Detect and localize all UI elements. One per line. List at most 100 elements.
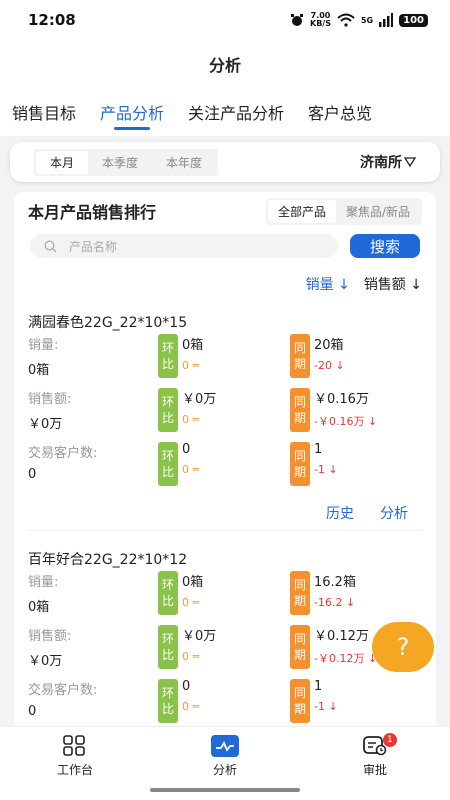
grid-icon — [63, 735, 85, 756]
search-placeholder: 产品名称 — [69, 239, 118, 254]
mom-tag: 环比 — [158, 625, 178, 669]
yoy-tag-char: 同 — [293, 578, 306, 592]
tab-product-analysis[interactable]: 产品分析 — [100, 92, 164, 136]
yoy-tag-char: 同 — [293, 686, 306, 700]
metric-mom: 环比 0箱 0 ═ — [158, 571, 288, 625]
network-type: 5G — [360, 15, 374, 25]
yoy-value: 1 — [314, 679, 323, 694]
yoy-delta-value: -￥0.12万 — [314, 652, 365, 665]
history-link[interactable]: 历史 — [326, 503, 354, 523]
yoy-delta: -1 ↓ — [314, 700, 338, 713]
product-name: 百年好合22G_22*10*12 — [28, 552, 188, 568]
yoy-tag: 同期 — [290, 571, 310, 615]
triangle-down-icon — [404, 157, 416, 167]
product-item: 百年好合22G_22*10*12 销量: 0箱 环比 0箱 0 ═ 同期 16.2… — [28, 530, 422, 732]
sort-quantity-label: 销量 — [305, 277, 334, 293]
tab-customer-overview[interactable]: 客户总览 — [308, 92, 372, 136]
equal-icon: ═ — [192, 463, 200, 476]
mom-value: 0箱 — [182, 575, 204, 590]
sort-row: 销量 ↓ 销售额 ↓ — [14, 258, 436, 294]
mom-value: 0 — [182, 679, 191, 694]
mom-delta-value: 0 — [182, 700, 189, 713]
wifi-icon — [337, 13, 355, 27]
product-filter: 全部产品 聚焦品/新品 — [265, 197, 422, 225]
arrow-down-icon: ↓ — [328, 463, 338, 476]
mom-delta: 0 ═ — [182, 359, 203, 372]
nav-icon — [211, 735, 239, 757]
mom-tag-char: 比 — [161, 465, 174, 479]
metric-yoy: 同期 1 -1 ↓ — [290, 442, 420, 496]
status-icons: 7.00 KB/S 5G 100 — [290, 12, 428, 28]
yoy-delta: -20 ↓ — [314, 359, 345, 372]
analysis-link[interactable]: 分析 — [380, 503, 408, 523]
metric-mom: 环比 ￥0万 0 ═ — [158, 388, 288, 442]
mom-value: ￥0万 — [182, 392, 217, 407]
filter-all-products[interactable]: 全部产品 — [267, 199, 336, 223]
tab-focus-product-analysis[interactable]: 关注产品分析 — [188, 92, 284, 136]
product-name: 满园春色22G_22*10*15 — [28, 315, 188, 331]
mom-tag-char: 比 — [161, 594, 174, 608]
tab-sales-target[interactable]: 销售目标 — [12, 92, 76, 136]
mom-tag-char: 比 — [161, 357, 174, 371]
yoy-tag: 同期 — [290, 625, 310, 669]
nav-label: 工作台 — [56, 763, 93, 777]
period-this-year[interactable]: 本年度 — [152, 151, 216, 174]
product-actions: 历史 分析 — [28, 496, 422, 530]
yoy-value: ￥0.16万 — [314, 392, 369, 407]
yoy-delta: -16.2 ↓ — [314, 596, 356, 609]
search-button[interactable]: 搜索 — [349, 234, 420, 258]
mom-tag: 环比 — [158, 679, 178, 723]
yoy-tag: 同期 — [290, 679, 310, 723]
mom-tag-char: 环 — [161, 686, 174, 700]
mom-delta: 0 ═ — [182, 700, 199, 713]
metric-row-amount: 销售额: ￥0万 环比 ￥0万 0 ═ 同期 ￥0.12万 -￥0.12万 ↓ — [28, 625, 422, 679]
mom-tag: 环比 — [158, 334, 178, 378]
yoy-tag-char: 同 — [293, 632, 306, 646]
yoy-tag-char: 期 — [293, 465, 306, 479]
sort-by-amount[interactable]: 销售额 ↓ — [364, 274, 422, 294]
home-indicator[interactable] — [150, 788, 300, 792]
mom-delta-value: 0 — [182, 413, 189, 426]
yoy-delta-value: -20 — [314, 359, 332, 372]
search-input[interactable]: 产品名称 — [30, 234, 338, 258]
mom-tag-char: 比 — [161, 411, 174, 425]
mom-tag-char: 比 — [161, 702, 174, 716]
yoy-tag-char: 期 — [293, 648, 306, 662]
filter-focus-new-products[interactable]: 聚焦品/新品 — [336, 200, 420, 223]
yoy-tag: 同期 — [290, 334, 310, 378]
metric-label: 销售额: — [28, 629, 72, 644]
mom-tag-char: 环 — [161, 449, 174, 463]
yoy-value: ￥0.12万 — [314, 629, 369, 644]
metric-value: 0 — [28, 704, 37, 719]
sort-amount-label: 销售额 — [363, 277, 406, 293]
notification-badge: 1 — [383, 733, 397, 747]
metric-current: 销量: 0箱 — [28, 571, 158, 625]
yoy-value: 20箱 — [314, 338, 344, 353]
search-row: 产品名称 搜索 — [14, 230, 436, 258]
period-this-quarter[interactable]: 本季度 — [88, 151, 152, 174]
nav-label: 审批 — [362, 763, 387, 777]
store-selector[interactable]: 济南所 — [360, 152, 416, 172]
yoy-tag: 同期 — [290, 388, 310, 432]
metric-mom: 环比 00 ═ — [158, 679, 288, 732]
sort-by-quantity[interactable]: 销量 ↓ — [306, 274, 350, 294]
metric-label: 销量: — [28, 338, 59, 353]
mom-value: ￥0万 — [182, 629, 217, 644]
metric-current: 销售额: ￥0万 — [28, 388, 158, 442]
mom-tag: 环比 — [158, 571, 178, 615]
help-fab-button[interactable]: ? — [372, 622, 434, 672]
metric-label: 交易客户数: — [28, 446, 98, 461]
question-icon: ? — [396, 633, 410, 661]
nav-approval[interactable]: 1 审批 — [335, 733, 415, 800]
mom-tag-char: 环 — [161, 578, 174, 592]
metric-value: ￥0万 — [28, 417, 63, 432]
metric-label: 交易客户数: — [28, 683, 98, 698]
nav-workbench[interactable]: 工作台 — [35, 735, 115, 800]
arrow-down-icon: ↓ — [328, 700, 338, 713]
nav-icon — [61, 735, 89, 757]
equal-icon: ═ — [192, 596, 200, 609]
status-time: 12:08 — [28, 11, 76, 29]
status-bar: 12:08 7.00 KB/S 5G 100 — [0, 0, 450, 40]
period-this-month[interactable]: 本月 — [36, 150, 89, 174]
yoy-tag-char: 期 — [293, 594, 306, 608]
